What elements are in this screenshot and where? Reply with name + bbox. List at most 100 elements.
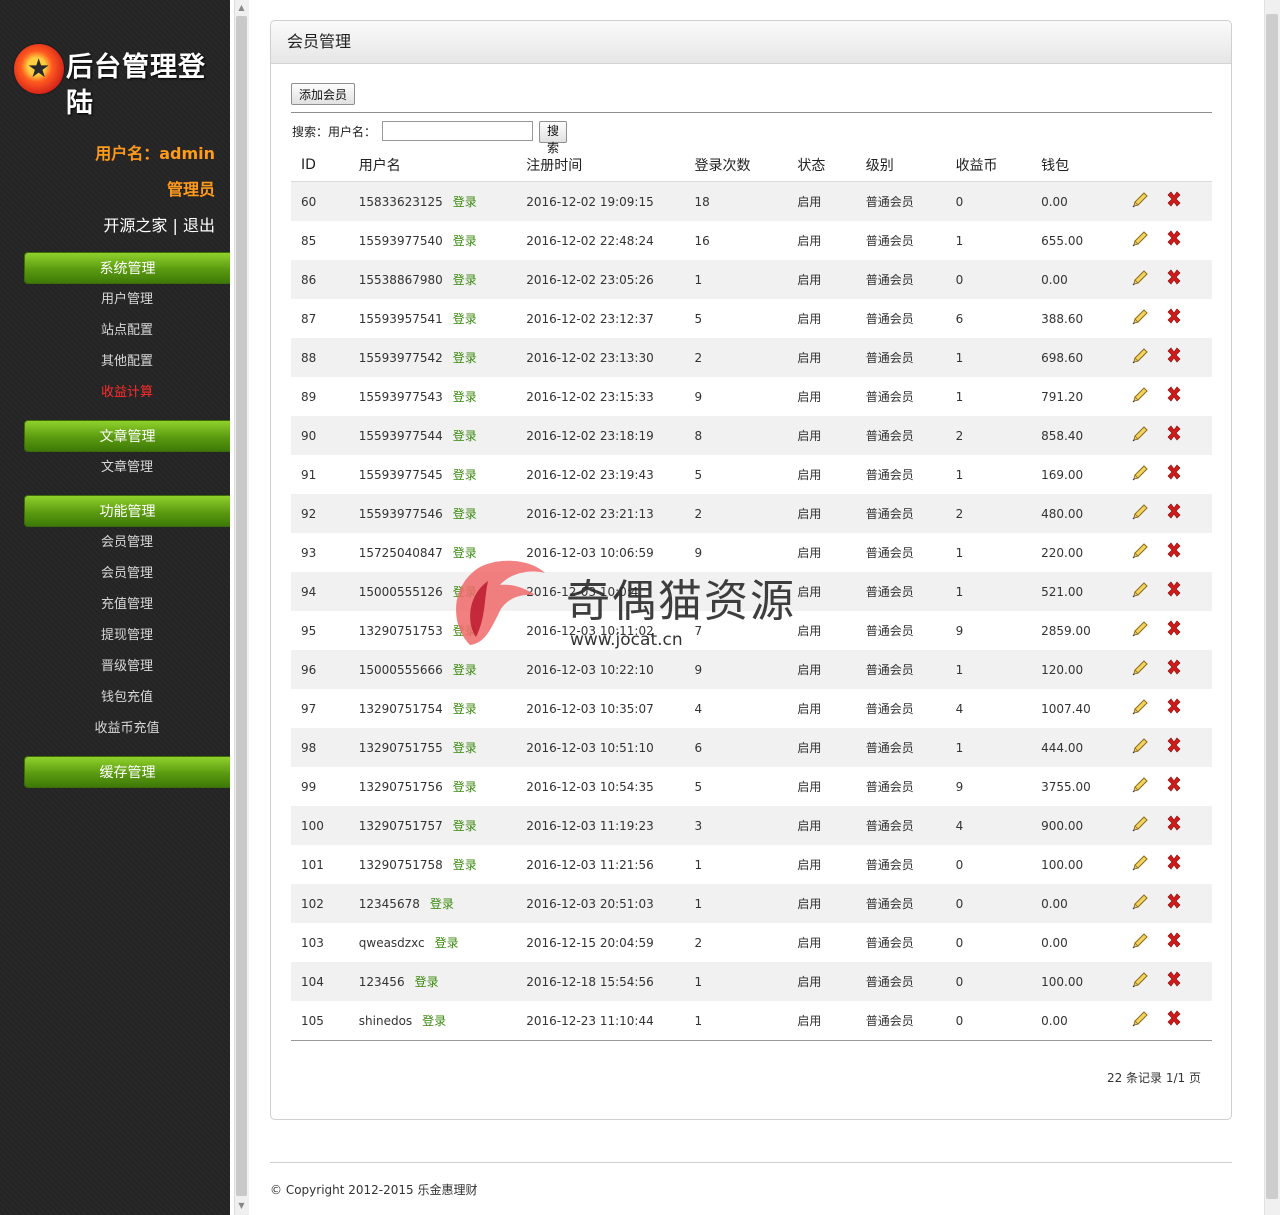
sidebar-item[interactable]: 提现管理 bbox=[24, 620, 230, 651]
login-as-link[interactable]: 登录 bbox=[453, 819, 477, 833]
cell-id: 103 bbox=[301, 935, 324, 950]
login-as-link[interactable]: 登录 bbox=[415, 975, 439, 989]
login-as-link[interactable]: 登录 bbox=[453, 351, 477, 365]
search-button[interactable]: 搜索 bbox=[539, 121, 568, 155]
pencil-icon[interactable] bbox=[1130, 307, 1150, 327]
login-as-link[interactable]: 登录 bbox=[453, 585, 477, 599]
red-x-icon[interactable] bbox=[1164, 307, 1184, 327]
red-x-icon[interactable] bbox=[1164, 697, 1184, 717]
nav-section-header[interactable]: 功能管理 bbox=[24, 495, 230, 527]
nav-section-header[interactable]: 文章管理 bbox=[24, 420, 230, 452]
login-as-link[interactable]: 登录 bbox=[453, 195, 477, 209]
pencil-icon[interactable] bbox=[1130, 229, 1150, 249]
sidebar-item[interactable]: 会员管理 bbox=[24, 527, 230, 558]
pencil-icon[interactable] bbox=[1130, 346, 1150, 366]
login-as-link[interactable]: 登录 bbox=[453, 780, 477, 794]
pencil-icon[interactable] bbox=[1130, 775, 1150, 795]
nav-section-header[interactable]: 系统管理 bbox=[24, 252, 230, 284]
table-cell: 15593977543 登录 bbox=[348, 377, 517, 416]
site-link[interactable]: 开源之家 bbox=[103, 216, 167, 235]
sidebar-item[interactable]: 会员管理 bbox=[24, 558, 230, 589]
login-as-link[interactable]: 登录 bbox=[453, 429, 477, 443]
login-as-link[interactable]: 登录 bbox=[453, 468, 477, 482]
login-as-link[interactable]: 登录 bbox=[430, 897, 454, 911]
login-as-link[interactable]: 登录 bbox=[453, 702, 477, 716]
sidebar-item[interactable]: 站点配置 bbox=[24, 315, 230, 346]
red-x-icon[interactable] bbox=[1164, 814, 1184, 834]
sidebar-item[interactable]: 充值管理 bbox=[24, 589, 230, 620]
logout-link[interactable]: 退出 bbox=[183, 216, 215, 235]
red-x-icon[interactable] bbox=[1164, 541, 1184, 561]
pencil-icon[interactable] bbox=[1130, 658, 1150, 678]
sidebar-item[interactable]: 晋级管理 bbox=[24, 651, 230, 682]
login-as-link[interactable]: 登录 bbox=[453, 624, 477, 638]
red-x-icon[interactable] bbox=[1164, 931, 1184, 951]
pencil-icon[interactable] bbox=[1130, 190, 1150, 210]
scroll-up-arrow-icon[interactable]: ▲ bbox=[236, 2, 247, 14]
red-x-icon[interactable] bbox=[1164, 424, 1184, 444]
pencil-icon[interactable] bbox=[1130, 892, 1150, 912]
login-as-link[interactable]: 登录 bbox=[453, 663, 477, 677]
red-x-icon[interactable] bbox=[1164, 385, 1184, 405]
pencil-icon[interactable] bbox=[1130, 541, 1150, 561]
table-cell: 388.60 bbox=[1031, 299, 1121, 338]
pencil-icon[interactable] bbox=[1130, 853, 1150, 873]
add-member-button[interactable]: 添加会员 bbox=[291, 83, 356, 105]
red-x-icon[interactable] bbox=[1164, 775, 1184, 795]
pencil-icon[interactable] bbox=[1130, 736, 1150, 756]
red-x-icon[interactable] bbox=[1164, 190, 1184, 210]
red-x-icon[interactable] bbox=[1164, 229, 1184, 249]
pencil-icon[interactable] bbox=[1130, 463, 1150, 483]
red-x-icon[interactable] bbox=[1164, 619, 1184, 639]
login-as-link[interactable]: 登录 bbox=[453, 546, 477, 560]
login-as-link[interactable]: 登录 bbox=[453, 858, 477, 872]
red-x-icon[interactable] bbox=[1164, 502, 1184, 522]
red-x-icon[interactable] bbox=[1164, 1009, 1184, 1029]
pencil-icon[interactable] bbox=[1130, 619, 1150, 639]
red-x-icon[interactable] bbox=[1164, 268, 1184, 288]
red-x-icon[interactable] bbox=[1164, 580, 1184, 600]
nav-section-header[interactable]: 缓存管理 bbox=[24, 756, 230, 788]
logo: ★ 后台管理登陆 bbox=[14, 42, 224, 119]
red-x-icon[interactable] bbox=[1164, 970, 1184, 990]
left-scrollbar-thumb[interactable] bbox=[236, 16, 247, 1196]
sidebar-item[interactable]: 收益币充值 bbox=[24, 713, 230, 744]
login-as-link[interactable]: 登录 bbox=[453, 312, 477, 326]
pencil-icon[interactable] bbox=[1130, 385, 1150, 405]
login-as-link[interactable]: 登录 bbox=[453, 273, 477, 287]
sidebar-item[interactable]: 用户管理 bbox=[24, 284, 230, 315]
table-cell: 444.00 bbox=[1031, 728, 1121, 767]
red-x-icon[interactable] bbox=[1164, 853, 1184, 873]
sidebar-item[interactable]: 收益计算 bbox=[24, 377, 230, 408]
pencil-icon[interactable] bbox=[1130, 424, 1150, 444]
sidebar-item[interactable]: 其他配置 bbox=[24, 346, 230, 377]
pencil-icon[interactable] bbox=[1130, 814, 1150, 834]
red-x-icon[interactable] bbox=[1164, 892, 1184, 912]
login-as-link[interactable]: 登录 bbox=[453, 390, 477, 404]
login-as-link[interactable]: 登录 bbox=[435, 936, 459, 950]
cell-status: 启用 bbox=[797, 741, 822, 755]
page-scrollbar-thumb[interactable] bbox=[1266, 14, 1278, 1199]
pencil-icon[interactable] bbox=[1130, 580, 1150, 600]
pencil-icon[interactable] bbox=[1130, 931, 1150, 951]
pencil-icon[interactable] bbox=[1130, 970, 1150, 990]
sidebar-item[interactable]: 钱包充值 bbox=[24, 682, 230, 713]
login-as-link[interactable]: 登录 bbox=[453, 507, 477, 521]
pencil-icon[interactable] bbox=[1130, 268, 1150, 288]
actions-cell bbox=[1120, 767, 1212, 806]
pencil-icon[interactable] bbox=[1130, 502, 1150, 522]
scroll-down-arrow-icon[interactable]: ▼ bbox=[236, 1200, 247, 1212]
username-search-input[interactable] bbox=[382, 121, 533, 141]
login-as-link[interactable]: 登录 bbox=[422, 1014, 446, 1028]
login-as-link[interactable]: 登录 bbox=[453, 234, 477, 248]
red-x-icon[interactable] bbox=[1164, 346, 1184, 366]
pencil-icon[interactable] bbox=[1130, 697, 1150, 717]
red-x-icon[interactable] bbox=[1164, 463, 1184, 483]
login-as-link[interactable]: 登录 bbox=[453, 741, 477, 755]
red-x-icon[interactable] bbox=[1164, 736, 1184, 756]
pencil-icon[interactable] bbox=[1130, 1009, 1150, 1029]
red-x-icon[interactable] bbox=[1164, 658, 1184, 678]
actions-cell bbox=[1120, 650, 1212, 689]
sidebar-item[interactable]: 文章管理 bbox=[24, 452, 230, 483]
table-cell: 普通会员 bbox=[855, 962, 946, 1001]
